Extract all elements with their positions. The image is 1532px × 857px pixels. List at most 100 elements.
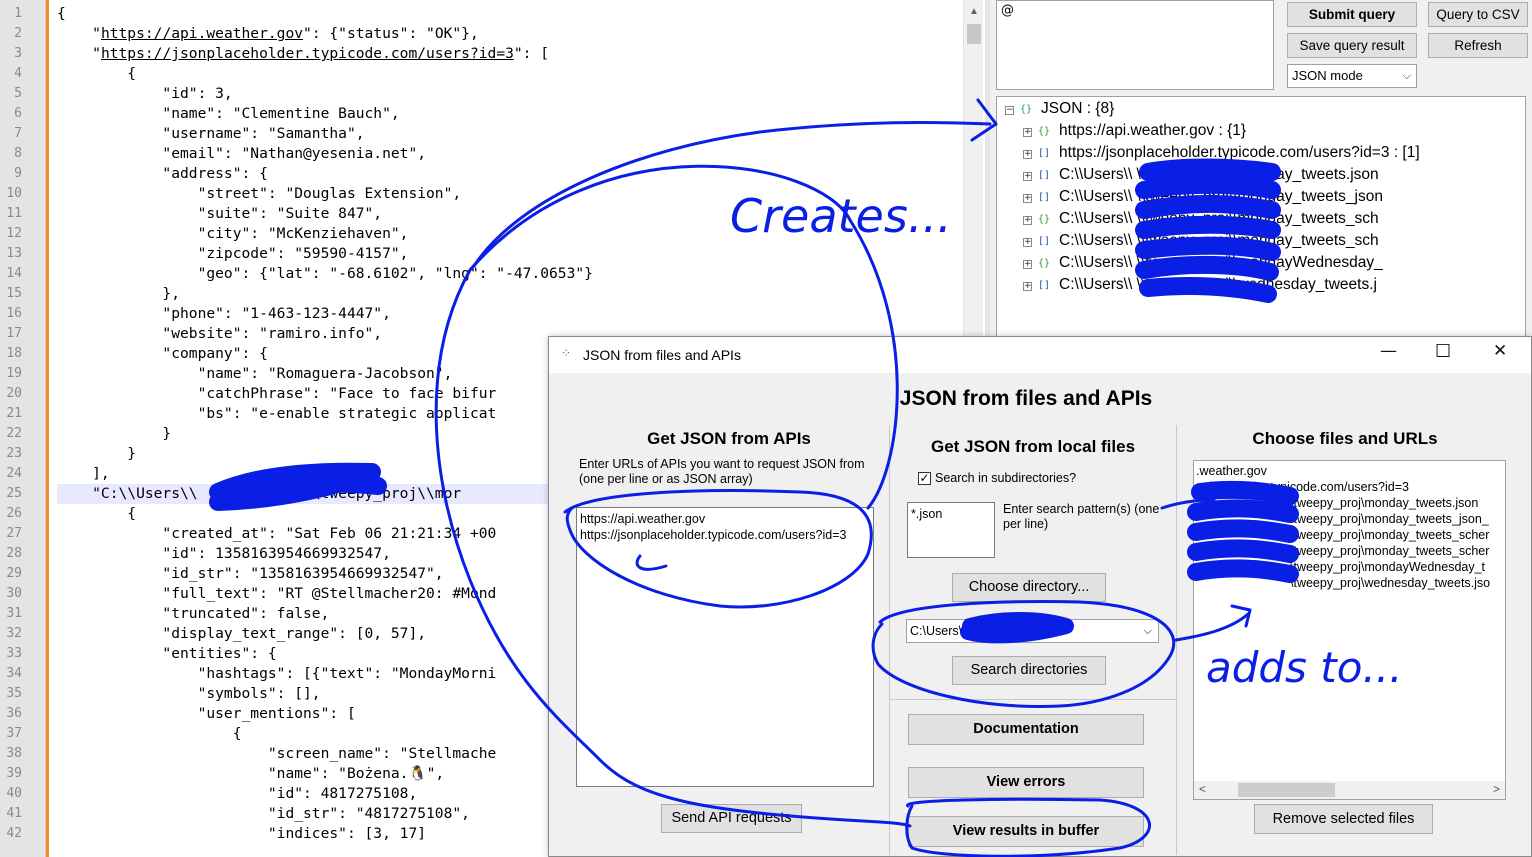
send-api-requests-button[interactable]: Send API requests <box>661 804 802 833</box>
tree-node[interactable]: + {} C:\\Users\\ \\tweepy_proj\\mondayWedn… <box>1023 253 1383 274</box>
code-line[interactable]: }, <box>57 284 180 304</box>
api-urls-textarea[interactable]: https://api.weather.gov https://jsonplac… <box>576 507 874 787</box>
save-query-result-button[interactable]: Save query result <box>1287 33 1417 58</box>
code-line[interactable]: ], <box>57 464 110 484</box>
url-link[interactable]: https://api.weather.gov <box>101 25 303 42</box>
code-line[interactable]: } <box>57 444 136 464</box>
tree-node[interactable]: + {} C:\\Users\\ \\tweepy_proj\\monday_twe… <box>1023 209 1379 230</box>
search-subdirectories-checkbox[interactable]: ✓ <box>918 472 931 485</box>
code-line[interactable]: "name": "Romaguera-Jacobson", <box>57 364 453 384</box>
mode-select[interactable]: JSON mode ⌵ <box>1287 64 1417 88</box>
tree-node-label: https://jsonplaceholder.typicode.com/use… <box>1059 144 1420 161</box>
collapse-icon[interactable]: − <box>1005 106 1014 115</box>
code-line[interactable]: "id": 4817275108, <box>57 784 417 804</box>
documentation-button[interactable]: Documentation <box>908 714 1144 745</box>
code-line[interactable]: "created_at": "Sat Feb 06 21:21:34 +00 <box>57 524 496 544</box>
scroll-left-icon[interactable]: < <box>1199 782 1206 796</box>
code-line[interactable]: "geo": {"lat": "-68.6102", "lng": "-47.0… <box>57 264 593 284</box>
code-line[interactable]: "full_text": "RT @Stellmacher20: #Mond <box>57 584 496 604</box>
minimize-icon[interactable]: — <box>1380 341 1397 361</box>
expand-icon[interactable]: + <box>1023 172 1032 181</box>
code-line[interactable]: "zipcode": "59590-4157", <box>57 244 409 264</box>
json-tree-view[interactable]: −{} JSON : {8} + {} https://api.weather.gov… <box>996 96 1526 340</box>
file-list-item[interactable]: .weather.gov <box>1196 463 1267 479</box>
file-list-item[interactable]: \tweepy_proj\wednesday_tweets.jso <box>1290 575 1490 591</box>
close-icon[interactable]: ✕ <box>1493 341 1507 361</box>
dialog-titlebar[interactable]: ⁘ JSON from files and APIs — ☐ ✕ <box>549 337 1531 373</box>
code-line[interactable]: "id_str": "1358163954669932547", <box>57 564 443 584</box>
code-line[interactable]: "city": "McKenziehaven", <box>57 224 409 244</box>
file-list-item[interactable]: nplaceholder.typicode.com/users?id=3 <box>1196 479 1409 495</box>
view-errors-button[interactable]: View errors <box>908 767 1144 798</box>
code-line[interactable]: "email": "Nathan@yesenia.net", <box>57 144 426 164</box>
refresh-button[interactable]: Refresh <box>1428 33 1528 58</box>
code-line[interactable]: "catchPhrase": "Face to face bifur <box>57 384 497 404</box>
maximize-icon[interactable]: ☐ <box>1435 341 1451 362</box>
code-line[interactable]: "https://api.weather.gov": {"status": "O… <box>57 24 479 44</box>
url-link[interactable]: https://jsonplaceholder.typicode.com/use… <box>101 45 514 62</box>
code-line[interactable]: "website": "ramiro.info", <box>57 324 382 344</box>
directory-select[interactable]: C:\Users\ \tweepy_pro ⌵ <box>906 619 1159 643</box>
tree-node[interactable]: + {} https://api.weather.gov : {1} <box>1023 121 1246 142</box>
code-line[interactable]: "address": { <box>57 164 267 184</box>
query-input[interactable]: @ <box>996 0 1274 90</box>
expand-icon[interactable]: + <box>1023 150 1032 159</box>
code-line[interactable]: "id": 3, <box>57 84 232 104</box>
tree-node[interactable]: + [] C:\\Users\\ \\tweepy_proj\\wednesday_… <box>1023 275 1377 296</box>
scroll-right-icon[interactable]: > <box>1493 782 1500 796</box>
code-line[interactable]: "entities": { <box>57 644 276 664</box>
tree-root[interactable]: −{} JSON : {8} <box>1005 99 1114 120</box>
code-line[interactable]: "screen_name": "Stellmache <box>57 744 496 764</box>
choose-directory-button[interactable]: Choose directory... <box>952 573 1106 602</box>
file-list-item[interactable]: \tweepy_proj\monday_tweets_scher <box>1290 543 1489 559</box>
tree-node[interactable]: + [] https://jsonplaceholder.typicode.com/… <box>1023 143 1420 164</box>
code-line[interactable]: "truncated": false, <box>57 604 329 624</box>
code-line[interactable]: "display_text_range": [0, 57], <box>57 624 426 644</box>
view-results-in-buffer-button[interactable]: View results in buffer <box>908 816 1144 847</box>
code-line[interactable]: "hashtags": [{"text": "MondayMorni <box>57 664 497 684</box>
code-line[interactable]: } <box>57 424 171 444</box>
code-line[interactable]: "id_str": "4817275108", <box>57 804 470 824</box>
scroll-up-icon[interactable]: ▲ <box>969 6 979 17</box>
code-line[interactable]: "street": "Douglas Extension", <box>57 184 462 204</box>
expand-icon[interactable]: + <box>1023 282 1032 291</box>
code-line[interactable]: "username": "Samantha", <box>57 124 364 144</box>
code-line[interactable]: "id": 1358163954669932547, <box>57 544 390 564</box>
code-line[interactable]: { <box>57 64 136 84</box>
tree-node[interactable]: + [] C:\\Users\\ \\tweepy_proj\\monday_twe… <box>1023 165 1379 186</box>
tree-node[interactable]: + [] C:\\Users\\ \\tweepy_proj\\monday_twe… <box>1023 231 1379 252</box>
code-line[interactable]: "https://jsonplaceholder.typicode.com/us… <box>57 44 549 64</box>
query-to-csv-button[interactable]: Query to CSV <box>1428 2 1528 27</box>
scrollbar-thumb[interactable] <box>1238 783 1335 797</box>
code-line[interactable]: "suite": "Suite 847", <box>57 204 383 224</box>
file-list-item[interactable]: \tweepy_proj\monday_tweets.json <box>1290 495 1478 511</box>
expand-icon[interactable]: + <box>1023 216 1032 225</box>
code-line[interactable]: "name": "Clementine Bauch", <box>57 104 399 124</box>
expand-icon[interactable]: + <box>1023 128 1032 137</box>
expand-icon[interactable]: + <box>1023 238 1032 247</box>
scrollbar-thumb[interactable] <box>967 24 981 44</box>
submit-query-button[interactable]: Submit query <box>1287 2 1417 27</box>
expand-icon[interactable]: + <box>1023 194 1032 203</box>
tree-node[interactable]: + [] C:\\Users\\ \\tweepy_proj\\monday_twe… <box>1023 187 1383 208</box>
file-list-item[interactable]: \tweepy_proj\monday_tweets_scher <box>1290 527 1489 543</box>
code-line[interactable]: "bs": "e-enable strategic applicat <box>57 404 497 424</box>
files-horizontal-scrollbar[interactable]: < > <box>1194 781 1505 799</box>
code-line[interactable]: "company": { <box>57 344 267 364</box>
search-directories-button[interactable]: Search directories <box>952 656 1106 685</box>
file-list-item[interactable]: \tweepy_proj\mondayWednesday_t <box>1290 559 1485 575</box>
search-pattern-input[interactable]: *.json <box>907 502 995 558</box>
file-list-item[interactable]: \tweepy_proj\monday_tweets_json_ <box>1290 511 1489 527</box>
code-line[interactable]: "user_mentions": [ <box>57 704 356 724</box>
code-line[interactable]: "phone": "1-463-123-4447", <box>57 304 390 324</box>
expand-icon[interactable]: + <box>1023 260 1032 269</box>
code-line[interactable]: { <box>57 4 66 24</box>
code-line[interactable]: { <box>57 724 242 744</box>
remove-selected-files-button[interactable]: Remove selected files <box>1254 804 1433 834</box>
line-number: 14 <box>6 266 22 281</box>
code-line[interactable]: { <box>57 504 136 524</box>
code-line[interactable]: "indices": [3, 17] <box>57 824 426 844</box>
files-listbox[interactable]: .weather.gov nplaceholder.typicode.com/us… <box>1193 460 1506 800</box>
code-line[interactable]: "name": "Bożena.🐧", <box>57 764 444 784</box>
code-line[interactable]: "symbols": [], <box>57 684 321 704</box>
